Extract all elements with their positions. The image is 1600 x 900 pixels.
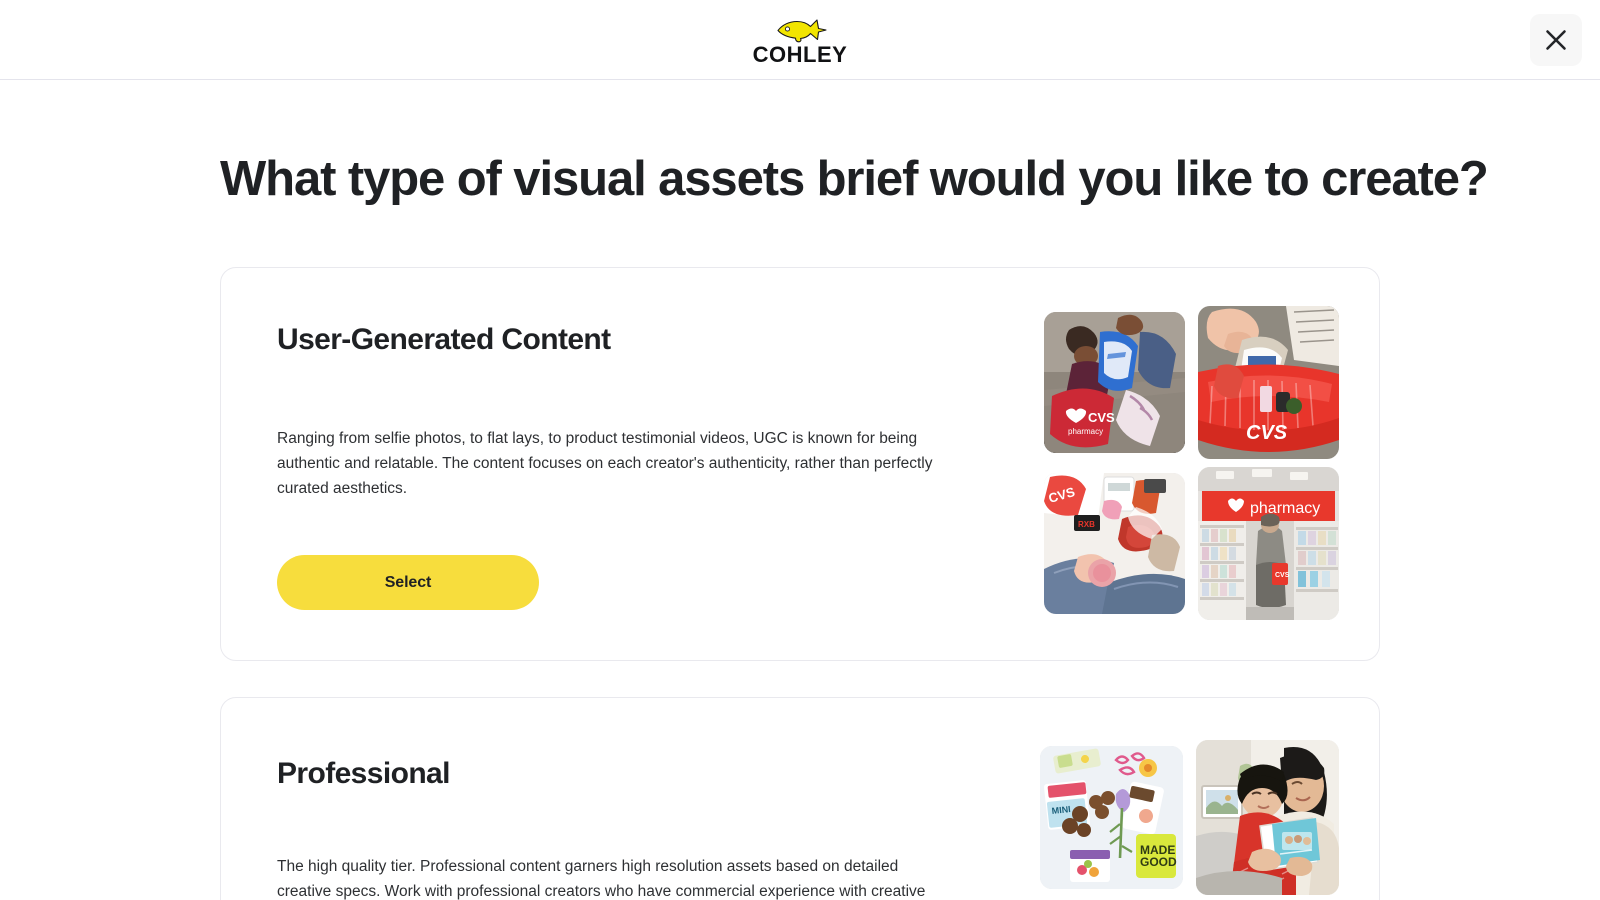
svg-text:MINI: MINI xyxy=(1051,804,1071,816)
svg-text:RXB: RXB xyxy=(1078,520,1095,529)
page-title: What type of visual assets brief would y… xyxy=(220,152,1489,206)
option-description: The high quality tier. Professional cont… xyxy=(277,857,926,900)
svg-text:GOOD: GOOD xyxy=(1140,855,1177,869)
option-card-text-ugc: User-Generated Content Ranging from self… xyxy=(277,308,977,611)
option-description: Ranging from selfie photos, to flat lays… xyxy=(277,429,933,498)
modal-header: COHLEY xyxy=(0,0,1600,80)
svg-text:CVS: CVS xyxy=(1275,572,1290,579)
gallery-image-2: CVS RXB xyxy=(1044,472,1185,614)
option-gallery-ugc: CVS pharmacy CVS CVS RXB pharmacy CVS xyxy=(1044,305,1339,620)
fish-icon xyxy=(777,18,827,42)
gallery-image-1: CVS xyxy=(1198,305,1339,459)
option-card-text-professional: Professional The high quality tier. Prof… xyxy=(277,742,977,900)
close-icon xyxy=(1546,30,1566,50)
option-card-professional[interactable]: Professional The high quality tier. Prof… xyxy=(220,696,1380,900)
brand-logo: COHLEY xyxy=(753,16,848,66)
gallery-image-3: pharmacy CVS xyxy=(1198,466,1339,620)
option-gallery-professional: MINI MADE GOOD xyxy=(1040,739,1339,900)
brand-wordmark: COHLEY xyxy=(752,41,848,67)
svg-text:pharmacy: pharmacy xyxy=(1250,500,1320,517)
option-card-ugc[interactable]: User-Generated Content Ranging from self… xyxy=(220,266,1380,661)
modal-body: What type of visual assets brief would y… xyxy=(0,80,1600,900)
svg-text:CVS: CVS xyxy=(1088,410,1115,425)
close-button[interactable] xyxy=(1530,14,1582,66)
select-button-ugc[interactable]: Select xyxy=(277,555,539,611)
gallery-image-0: CVS pharmacy xyxy=(1044,311,1185,453)
svg-text:CVS: CVS xyxy=(1246,422,1288,444)
svg-text:pharmacy: pharmacy xyxy=(1068,427,1103,436)
gallery-image-0: MINI MADE GOOD xyxy=(1040,745,1183,889)
option-title: Professional xyxy=(277,756,450,790)
content-wrap: What type of visual assets brief would y… xyxy=(220,80,1489,900)
option-title: User-Generated Content xyxy=(277,322,611,356)
gallery-image-1 xyxy=(1196,739,1339,895)
